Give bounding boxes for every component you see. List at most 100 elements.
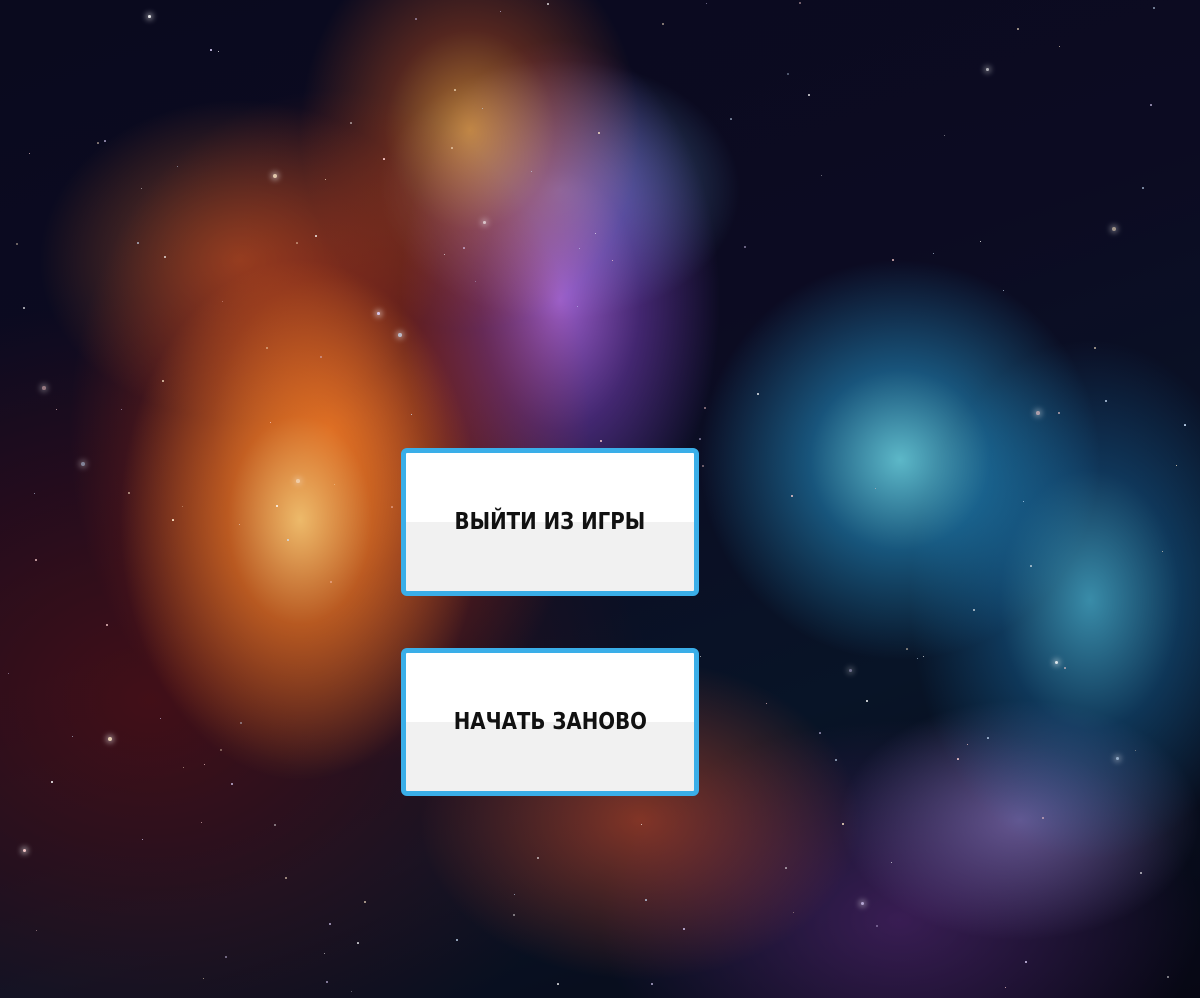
star <box>514 894 516 896</box>
star <box>933 253 935 255</box>
star <box>547 3 549 5</box>
star <box>891 862 893 864</box>
restart-game-button[interactable]: НАЧАТЬ ЗАНОВО <box>401 648 699 796</box>
star <box>808 94 810 96</box>
star <box>141 188 143 190</box>
star <box>744 246 747 249</box>
star <box>296 479 300 483</box>
star <box>128 492 131 495</box>
star <box>1112 227 1117 232</box>
star <box>330 581 333 584</box>
star <box>34 493 36 495</box>
star <box>595 233 597 235</box>
star <box>285 877 288 880</box>
star <box>266 347 269 350</box>
space-nebula-background: ВЫЙТИ ИЗ ИГРЫ НАЧАТЬ ЗАНОВО <box>0 0 1200 998</box>
star <box>329 923 332 926</box>
star <box>456 939 459 942</box>
star <box>451 147 453 149</box>
star <box>1094 347 1097 350</box>
star <box>1105 400 1108 403</box>
star <box>1184 424 1186 426</box>
star <box>204 764 206 766</box>
star <box>351 991 353 993</box>
star <box>8 673 10 675</box>
star <box>967 744 969 746</box>
star <box>730 118 732 120</box>
star <box>415 18 418 21</box>
star <box>225 956 227 958</box>
exit-game-button[interactable]: ВЫЙТИ ИЗ ИГРЫ <box>401 448 699 596</box>
star <box>537 857 540 860</box>
star <box>210 49 212 51</box>
star <box>662 23 664 25</box>
star <box>513 914 515 916</box>
star <box>162 380 165 383</box>
star <box>42 386 46 390</box>
star <box>866 700 869 703</box>
star <box>1162 551 1164 553</box>
star <box>1058 412 1061 415</box>
star <box>757 393 760 396</box>
star <box>72 736 74 738</box>
star <box>23 307 26 310</box>
star <box>645 899 647 901</box>
star <box>651 983 654 986</box>
star <box>398 333 402 337</box>
star <box>350 122 352 124</box>
star <box>51 781 53 783</box>
star <box>35 559 37 561</box>
star <box>1003 290 1005 292</box>
star <box>1005 987 1006 988</box>
star <box>791 495 794 498</box>
star <box>766 703 768 705</box>
star <box>23 849 27 853</box>
star <box>842 823 845 826</box>
star <box>142 839 144 841</box>
star <box>220 749 223 752</box>
star <box>274 824 277 827</box>
star <box>231 783 233 785</box>
star <box>704 407 707 410</box>
star <box>849 669 852 672</box>
star <box>454 89 456 91</box>
star <box>97 142 99 144</box>
star <box>957 758 959 760</box>
star <box>1055 661 1059 665</box>
star <box>482 108 484 110</box>
star <box>1030 565 1032 567</box>
star <box>598 132 601 135</box>
star <box>391 506 393 508</box>
star <box>923 656 925 658</box>
star <box>483 221 486 224</box>
star <box>835 759 837 761</box>
star <box>1036 411 1040 415</box>
star <box>106 624 109 627</box>
star <box>1142 187 1144 189</box>
star <box>1064 667 1066 669</box>
star <box>56 409 58 411</box>
star <box>16 243 19 246</box>
star <box>706 3 708 5</box>
star <box>81 462 86 467</box>
star <box>444 254 446 256</box>
star <box>201 822 202 823</box>
star <box>377 312 380 315</box>
star <box>1140 872 1142 874</box>
star <box>383 158 385 160</box>
star <box>1023 501 1025 503</box>
star <box>475 281 477 283</box>
star <box>172 519 174 521</box>
star <box>1135 750 1137 752</box>
star <box>273 174 278 179</box>
star <box>785 867 787 869</box>
star <box>296 242 298 244</box>
star <box>699 438 701 440</box>
star <box>821 175 823 177</box>
star <box>334 484 336 486</box>
star <box>973 609 976 612</box>
star <box>218 51 220 53</box>
star <box>612 260 614 262</box>
star <box>986 68 989 71</box>
star <box>987 737 989 739</box>
